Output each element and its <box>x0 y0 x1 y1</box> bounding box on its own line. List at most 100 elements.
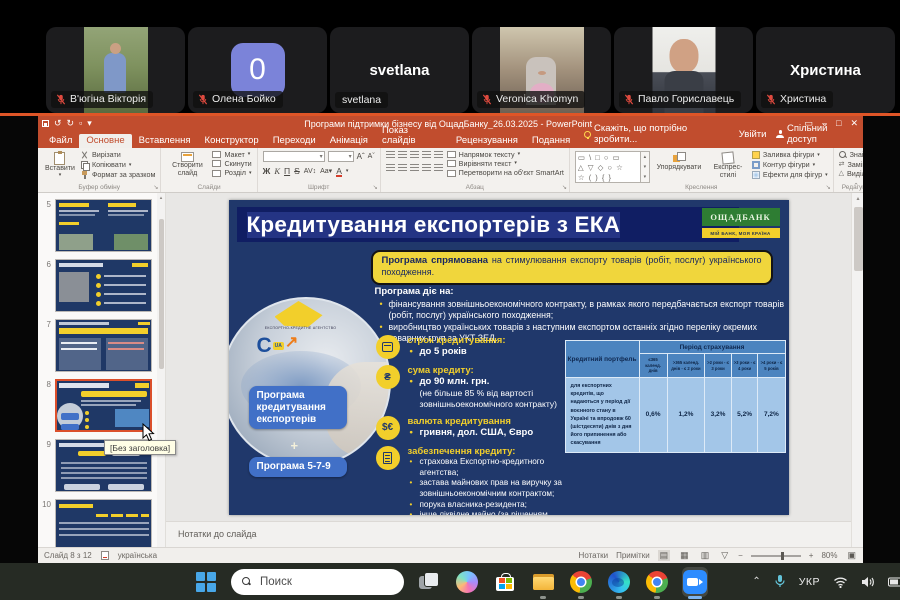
zoom-in-button[interactable]: + <box>809 551 814 560</box>
slide-thumbnail[interactable] <box>55 379 152 432</box>
shapes-gallery[interactable]: ▭ \ □ ○ ▭△ ▽ ◇ ○ ☆☆ ( ) { } ▴▾▾ <box>575 151 650 183</box>
zoom-slider-thumb[interactable] <box>781 552 784 560</box>
font-color-button[interactable]: A <box>336 166 342 176</box>
font-size-combobox[interactable]: ▾ <box>328 151 354 162</box>
thumbnail-scrollbar[interactable]: ▴ <box>157 193 165 547</box>
bold-button[interactable]: Ж <box>263 166 271 176</box>
section-button[interactable]: Розділ ▾ <box>212 169 251 176</box>
copy-button[interactable]: Копіювати ▾ <box>81 161 156 169</box>
shape-fill-button[interactable]: Заливка фігури ▾ <box>752 151 828 159</box>
sign-in-button[interactable]: Увійти <box>739 129 767 140</box>
undo-icon[interactable]: ↺ <box>54 119 62 128</box>
underline-button[interactable]: П <box>284 166 290 176</box>
tab-animations[interactable]: Анімація <box>323 134 375 149</box>
spellcheck-icon[interactable] <box>101 551 109 560</box>
collapse-ribbon-icon[interactable]: ⌃ <box>853 182 859 190</box>
scrollbar-thumb[interactable] <box>159 219 164 369</box>
slide-thumbnail[interactable] <box>55 199 152 252</box>
slide-title-box[interactable]: Кредитування експортерів з ЕКА <box>237 207 739 242</box>
smartart-button[interactable]: Перетворити на об'єкт SmartArt <box>447 169 564 176</box>
dialog-launcher-icon[interactable]: ↘ <box>153 184 158 191</box>
indent-decrease-icon[interactable] <box>410 151 419 159</box>
start-slideshow-icon[interactable]: ▫ <box>79 119 82 128</box>
slide-sorter-view-button[interactable]: ▦ <box>678 550 691 561</box>
file-explorer-button[interactable] <box>530 569 556 595</box>
arrange-button[interactable]: Упорядкувати <box>654 151 704 183</box>
font-name-combobox[interactable]: ▾ <box>263 151 325 162</box>
shape-effects-button[interactable]: Ефекти для фігур ▾ <box>752 171 828 179</box>
comments-toggle[interactable]: Примітки <box>616 551 650 560</box>
zoom-out-button[interactable]: − <box>738 551 743 560</box>
chrome-profile2-button[interactable] <box>644 569 670 595</box>
normal-view-button[interactable]: ▤ <box>658 550 671 561</box>
wifi-icon[interactable] <box>833 576 848 588</box>
text-direction-button[interactable]: Напрямок тексту ▾ <box>447 151 564 158</box>
tab-review[interactable]: Рецензування <box>449 134 525 149</box>
volume-icon[interactable] <box>861 576 875 588</box>
battery-icon[interactable] <box>888 577 900 587</box>
save-icon[interactable] <box>42 120 49 127</box>
copilot-button[interactable] <box>454 569 480 595</box>
participant-tile[interactable]: Павло Гориславець <box>614 27 753 113</box>
redo-icon[interactable]: ↻ <box>67 119 75 128</box>
language-switcher[interactable]: УКР <box>799 576 820 588</box>
dialog-launcher-icon[interactable]: ↘ <box>826 184 831 191</box>
participant-tile[interactable]: Veronica Khomyn <box>472 27 611 113</box>
align-center-icon[interactable] <box>398 164 407 172</box>
tab-file[interactable]: Файл <box>42 134 79 149</box>
strikethrough-button[interactable]: S <box>294 166 300 176</box>
slideshow-view-button[interactable]: ▽ <box>719 550 730 561</box>
task-view-button[interactable] <box>416 569 442 595</box>
zoom-slider[interactable] <box>751 555 801 557</box>
quick-styles-button[interactable]: Експрес-стилі <box>708 151 748 183</box>
notes-pane[interactable]: Нотатки до слайда <box>166 521 851 547</box>
format-painter-button[interactable]: Формат за зразком <box>81 171 156 179</box>
italic-button[interactable]: К <box>274 166 280 176</box>
dialog-launcher-icon[interactable]: ↘ <box>373 184 378 191</box>
slide-thumbnail[interactable] <box>55 499 152 552</box>
shrink-font-icon[interactable]: Aˇ <box>368 153 375 160</box>
participant-tile[interactable]: 0 Олена Бойко <box>188 27 327 113</box>
new-slide-button[interactable]: Створити слайд <box>166 151 208 178</box>
thumbnail-item[interactable]: 7 <box>40 319 165 372</box>
zoom-app-button[interactable] <box>682 569 708 595</box>
edge-button[interactable] <box>606 569 632 595</box>
line-spacing-icon[interactable] <box>434 151 443 159</box>
align-right-icon[interactable] <box>410 164 419 172</box>
language-indicator[interactable]: українська <box>118 551 157 560</box>
slide-canvas[interactable]: Кредитування експортерів з ЕКА ОЩАДБАНК … <box>229 200 789 515</box>
tab-insert[interactable]: Вставлення <box>132 134 198 149</box>
tray-microphone-icon[interactable] <box>774 574 786 589</box>
microsoft-store-button[interactable] <box>492 569 518 595</box>
character-spacing-icon[interactable]: AV↕ <box>304 168 316 175</box>
thumbnail-item[interactable]: 6 <box>40 259 165 312</box>
paste-button[interactable]: Вставити ▾ <box>43 151 77 179</box>
chrome-button[interactable] <box>568 569 594 595</box>
start-button[interactable] <box>193 569 219 595</box>
grow-font-icon[interactable]: Aˆ <box>357 153 365 161</box>
scrollbar-thumb[interactable] <box>854 207 863 271</box>
align-left-icon[interactable] <box>386 164 395 172</box>
columns-icon[interactable] <box>434 164 443 172</box>
tab-design[interactable]: Конструктор <box>198 134 266 149</box>
thumbnail-item[interactable]: 5 <box>40 199 165 252</box>
justify-icon[interactable] <box>422 164 431 172</box>
change-case-icon[interactable]: Aa▾ <box>320 167 332 175</box>
dialog-launcher-icon[interactable]: ↘ <box>562 184 567 191</box>
scrollbar-up-icon[interactable]: ▴ <box>157 195 165 201</box>
bullet-list-icon[interactable] <box>386 151 395 159</box>
numbered-list-icon[interactable] <box>398 151 407 159</box>
tab-transitions[interactable]: Переходи <box>266 134 323 149</box>
thumbnail-item[interactable]: 10 <box>40 499 165 552</box>
shape-outline-button[interactable]: Контур фігури ▾ <box>752 161 828 169</box>
taskbar-search[interactable]: Поиск <box>231 569 404 595</box>
layout-button[interactable]: Макет ▾ <box>212 151 251 158</box>
tab-home[interactable]: Основне <box>79 134 131 149</box>
notes-toggle[interactable]: Нотатки <box>579 551 609 560</box>
shapes-gallery-scroll[interactable]: ▴▾▾ <box>641 151 650 183</box>
participant-tile[interactable]: В'югіна Вікторія <box>46 27 185 113</box>
participant-tile[interactable]: svetlana svetlana <box>330 27 469 113</box>
tab-slideshow[interactable]: Показ слайдів <box>375 124 449 148</box>
zoom-level[interactable]: 80% <box>821 551 837 560</box>
tell-me-box[interactable]: Скажіть, що потрібно зробити... <box>577 121 735 148</box>
